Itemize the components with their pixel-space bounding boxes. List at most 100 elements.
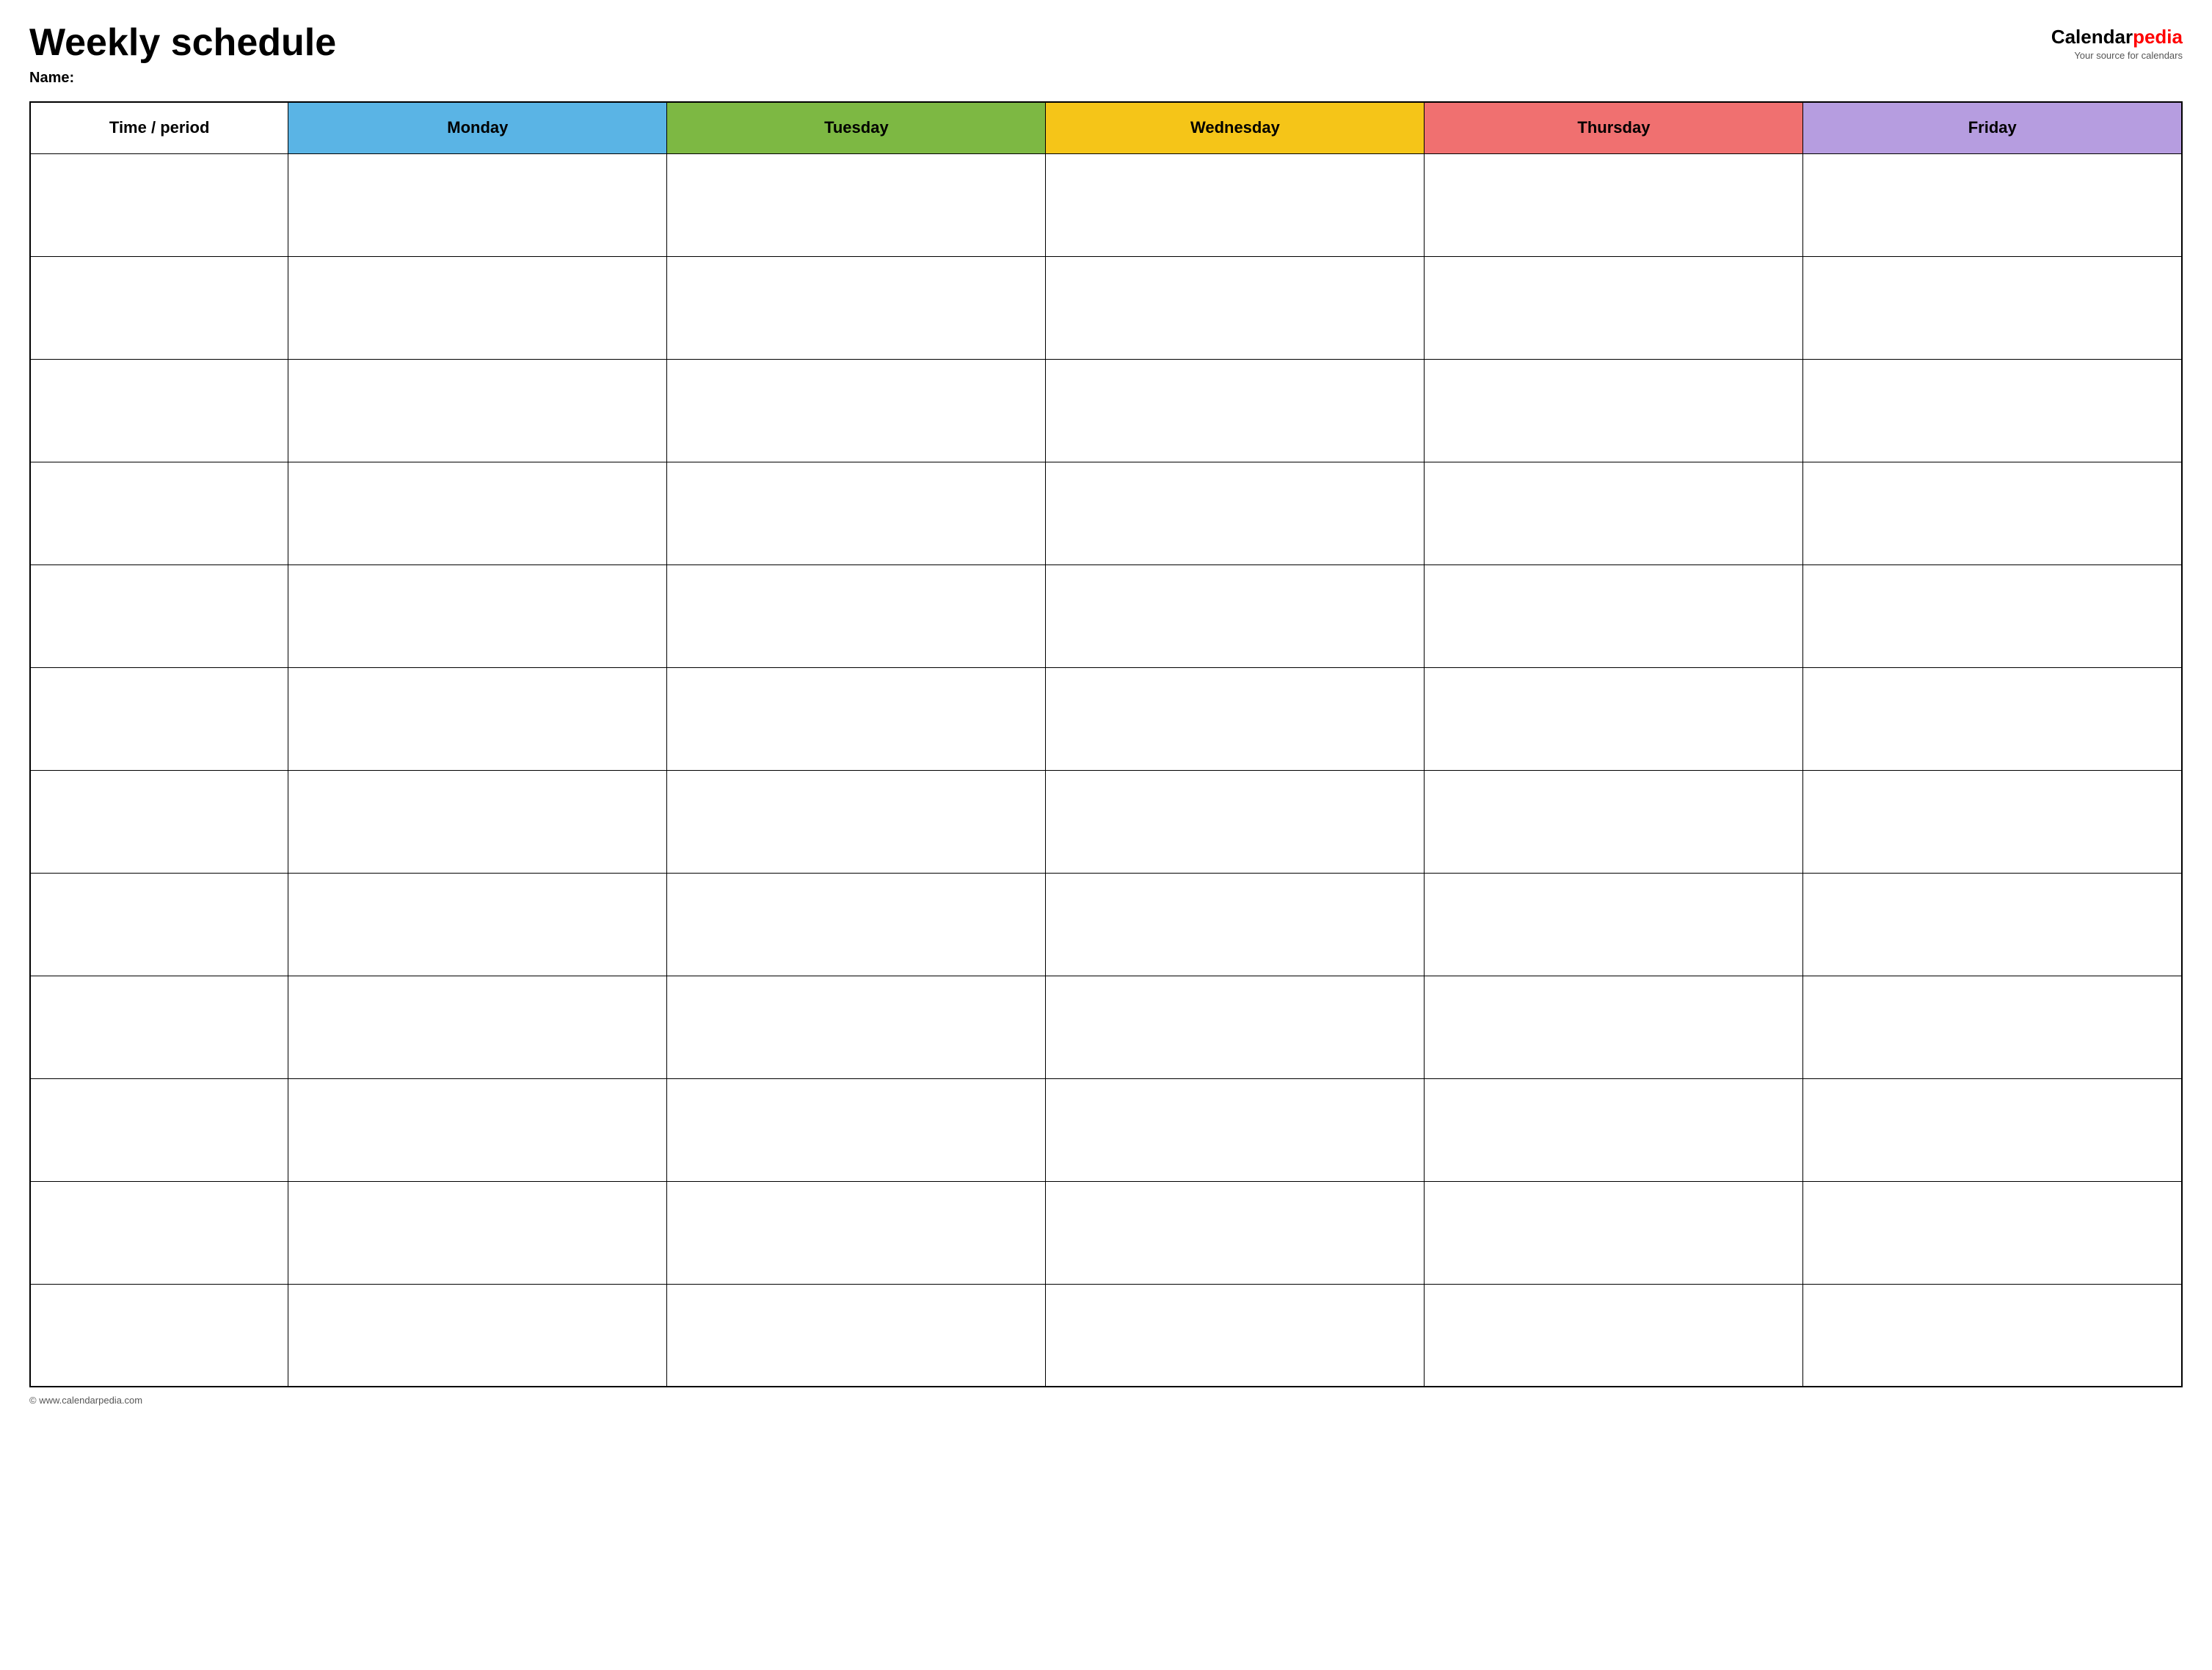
table-cell[interactable] [30,770,288,873]
table-cell[interactable] [30,873,288,976]
table-cell[interactable] [1046,359,1425,462]
table-row [30,153,2182,256]
table-cell[interactable] [667,667,1046,770]
table-cell[interactable] [288,153,667,256]
table-row [30,564,2182,667]
table-cell[interactable] [1803,564,2182,667]
table-cell[interactable] [1046,1078,1425,1181]
table-cell[interactable] [1046,873,1425,976]
table-cell[interactable] [667,564,1046,667]
table-cell[interactable] [1046,976,1425,1078]
table-cell[interactable] [288,564,667,667]
col-header-thursday: Thursday [1425,102,1803,153]
table-cell[interactable] [1425,1284,1803,1387]
table-cell[interactable] [1425,462,1803,564]
table-cell[interactable] [288,256,667,359]
schedule-body [30,153,2182,1387]
table-cell[interactable] [667,462,1046,564]
table-cell[interactable] [1425,564,1803,667]
table-cell[interactable] [288,770,667,873]
footer: © www.calendarpedia.com [29,1395,2183,1406]
table-cell[interactable] [30,462,288,564]
table-cell[interactable] [667,1284,1046,1387]
table-cell[interactable] [288,462,667,564]
table-cell[interactable] [1425,873,1803,976]
table-cell[interactable] [1425,153,1803,256]
table-row [30,1181,2182,1284]
table-row [30,667,2182,770]
table-cell[interactable] [30,976,288,1078]
table-cell[interactable] [30,153,288,256]
table-cell[interactable] [1803,462,2182,564]
col-header-monday: Monday [288,102,667,153]
header-row: Time / period Monday Tuesday Wednesday T… [30,102,2182,153]
table-cell[interactable] [1803,256,2182,359]
table-cell[interactable] [1046,667,1425,770]
table-cell[interactable] [1046,256,1425,359]
table-cell[interactable] [288,359,667,462]
table-cell[interactable] [288,1284,667,1387]
table-cell[interactable] [1425,667,1803,770]
schedule-table: Time / period Monday Tuesday Wednesday T… [29,101,2183,1387]
table-cell[interactable] [1425,976,1803,1078]
col-header-tuesday: Tuesday [667,102,1046,153]
table-cell[interactable] [667,770,1046,873]
table-cell[interactable] [1803,770,2182,873]
table-cell[interactable] [667,976,1046,1078]
table-cell[interactable] [667,359,1046,462]
table-cell[interactable] [288,976,667,1078]
table-cell[interactable] [30,564,288,667]
logo-calendar: Calendar [2051,26,2133,48]
table-cell[interactable] [667,153,1046,256]
table-row [30,462,2182,564]
table-cell[interactable] [1803,153,2182,256]
table-cell[interactable] [30,667,288,770]
table-cell[interactable] [1425,256,1803,359]
table-cell[interactable] [1803,667,2182,770]
logo-text: Calendarpedia [2051,26,2183,48]
table-cell[interactable] [1425,359,1803,462]
table-cell[interactable] [1046,564,1425,667]
table-cell[interactable] [667,1078,1046,1181]
table-cell[interactable] [1425,1181,1803,1284]
table-row [30,873,2182,976]
copyright-text: © www.calendarpedia.com [29,1395,142,1406]
table-cell[interactable] [1046,1181,1425,1284]
table-cell[interactable] [1803,873,2182,976]
table-cell[interactable] [288,1078,667,1181]
table-cell[interactable] [30,1078,288,1181]
table-cell[interactable] [1803,1284,2182,1387]
table-row [30,976,2182,1078]
table-cell[interactable] [1803,1181,2182,1284]
table-row [30,359,2182,462]
table-cell[interactable] [30,256,288,359]
table-cell[interactable] [1425,770,1803,873]
table-cell[interactable] [1803,1078,2182,1181]
table-cell[interactable] [1803,359,2182,462]
table-cell[interactable] [288,873,667,976]
col-header-time: Time / period [30,102,288,153]
table-cell[interactable] [30,1181,288,1284]
col-header-friday: Friday [1803,102,2182,153]
table-cell[interactable] [30,359,288,462]
logo-tagline: Your source for calendars [2074,50,2183,61]
table-cell[interactable] [1803,976,2182,1078]
table-row [30,1284,2182,1387]
table-cell[interactable] [1425,1078,1803,1181]
table-cell[interactable] [1046,1284,1425,1387]
logo-block: Calendarpedia Your source for calendars [2051,26,2183,61]
table-cell[interactable] [30,1284,288,1387]
table-cell[interactable] [1046,770,1425,873]
table-cell[interactable] [1046,153,1425,256]
table-cell[interactable] [667,873,1046,976]
table-cell[interactable] [667,256,1046,359]
col-header-wednesday: Wednesday [1046,102,1425,153]
table-row [30,770,2182,873]
table-cell[interactable] [288,1181,667,1284]
table-cell[interactable] [288,667,667,770]
header-area: Weekly schedule Name: Calendarpedia Your… [29,22,2183,87]
table-cell[interactable] [1046,462,1425,564]
table-row [30,1078,2182,1181]
page-title: Weekly schedule [29,22,336,64]
table-cell[interactable] [667,1181,1046,1284]
